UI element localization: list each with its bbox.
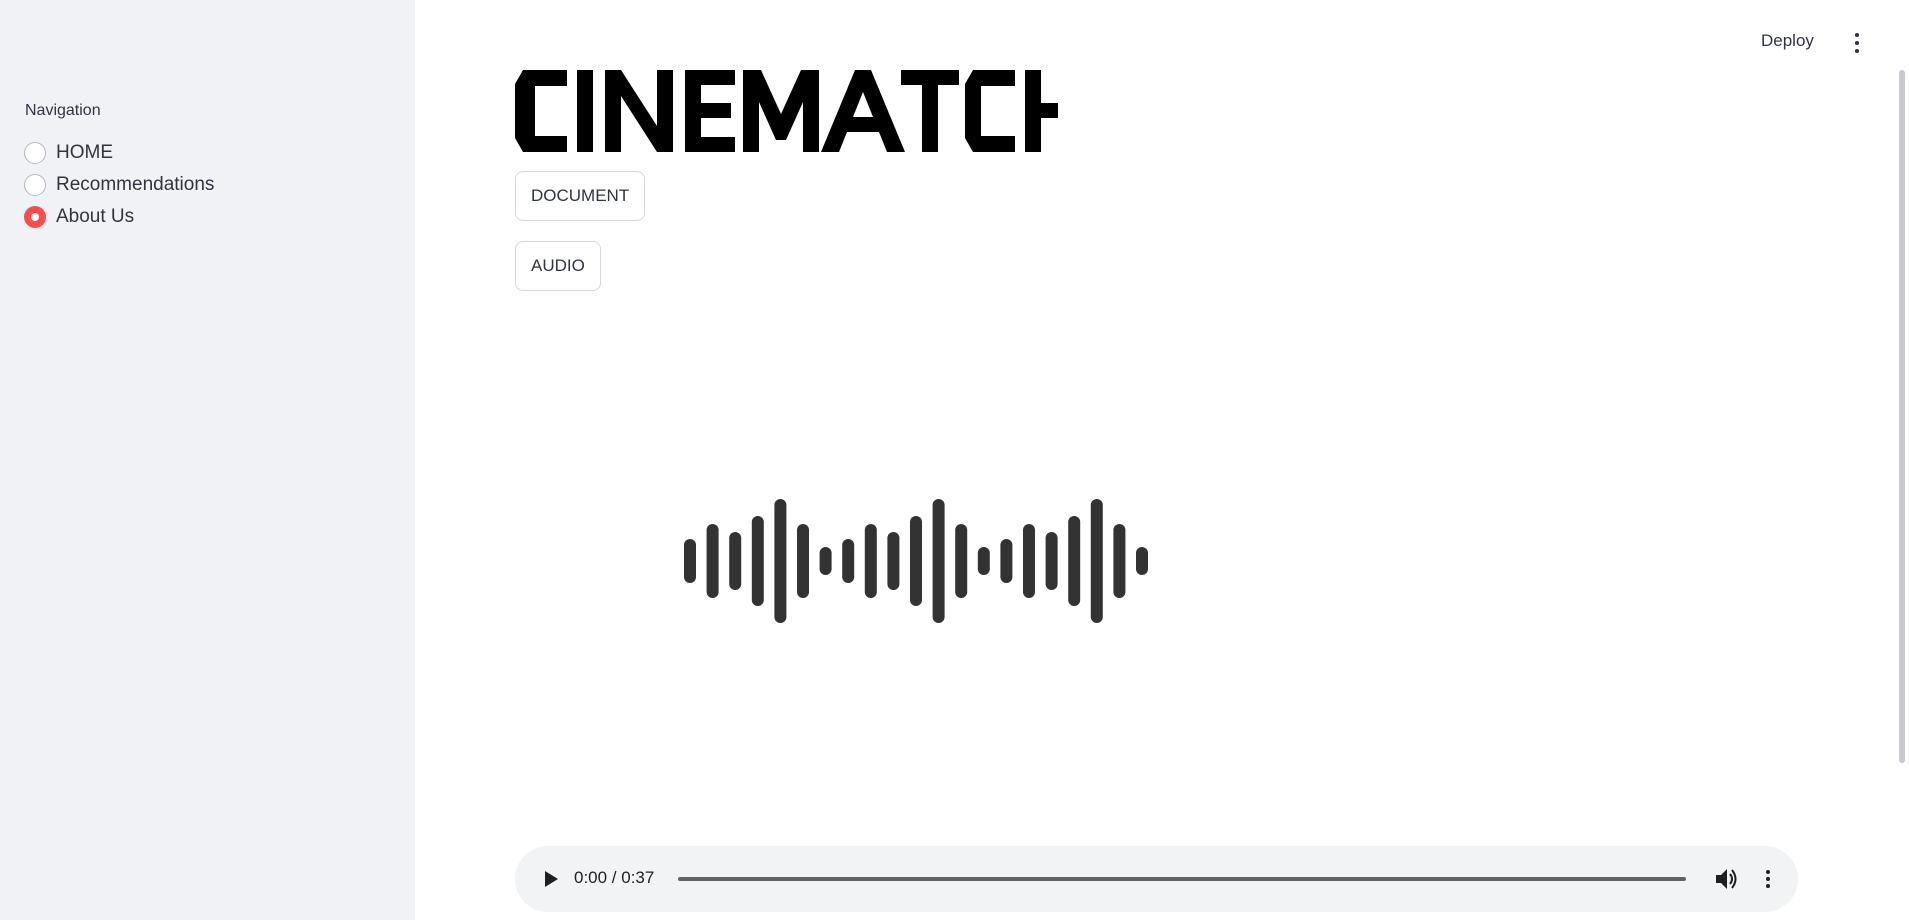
sound-wave-bar — [1113, 524, 1126, 598]
sound-wave-bar — [1068, 516, 1081, 606]
sound-wave-bar — [864, 524, 877, 598]
deploy-button[interactable]: Deploy — [1755, 27, 1820, 55]
navigation-radio-group: HOME Recommendations About Us — [24, 137, 214, 233]
sound-wave-bar — [729, 532, 742, 590]
play-icon[interactable] — [539, 868, 561, 890]
audio-progress-slider[interactable] — [678, 877, 1686, 881]
sound-wave-bar — [1090, 499, 1103, 623]
nav-option-home[interactable]: HOME — [24, 137, 214, 169]
sound-wave-bar — [977, 547, 990, 575]
kebab-menu-icon[interactable] — [1846, 28, 1868, 58]
sound-wave-bar — [1136, 547, 1148, 575]
scrollbar[interactable] — [1895, 0, 1909, 920]
audio-player: 0:00 / 0:37 — [515, 846, 1798, 912]
sound-wave-bar — [684, 539, 696, 583]
sidebar: Navigation HOME Recommendations About Us — [0, 0, 415, 920]
time-display: 0:00 / 0:37 — [574, 868, 655, 887]
sound-wave-bar — [706, 524, 719, 598]
nav-option-label: Recommendations — [56, 174, 215, 195]
navigation-label: Navigation — [25, 102, 101, 119]
cinematch-logo — [515, 70, 1058, 152]
radio-unchecked-icon[interactable] — [24, 174, 46, 196]
radio-checked-icon[interactable] — [24, 206, 46, 228]
sound-wave-bar — [797, 524, 809, 598]
nav-option-about-us[interactable]: About Us — [24, 201, 214, 233]
nav-option-label: About Us — [56, 206, 135, 227]
sound-wave-bar — [774, 499, 787, 623]
sound-wave-bar — [955, 524, 968, 598]
sound-wave-bar — [932, 499, 945, 623]
sound-wave-bar — [910, 516, 922, 606]
scrollbar-thumb[interactable] — [1899, 70, 1905, 763]
audio-button[interactable]: AUDIO — [515, 241, 601, 291]
nav-option-recommendations[interactable]: Recommendations — [24, 169, 214, 201]
sound-wave-bar — [887, 532, 900, 590]
nav-option-label: HOME — [56, 142, 113, 163]
radio-unchecked-icon[interactable] — [24, 142, 46, 164]
sound-wave-bar — [842, 539, 855, 583]
sound-wave-bar — [1000, 539, 1013, 583]
sound-wave-bar — [819, 547, 832, 575]
app-root: Navigation HOME Recommendations About Us… — [0, 0, 1909, 920]
player-options-icon[interactable] — [1760, 866, 1776, 892]
sound-wave-icon — [684, 499, 1148, 623]
volume-icon[interactable] — [1713, 866, 1739, 892]
sound-wave-bar — [1045, 532, 1058, 590]
sound-wave-bar — [1023, 524, 1035, 598]
sound-wave-bar — [751, 516, 764, 606]
document-button[interactable]: DOCUMENT — [515, 171, 646, 221]
